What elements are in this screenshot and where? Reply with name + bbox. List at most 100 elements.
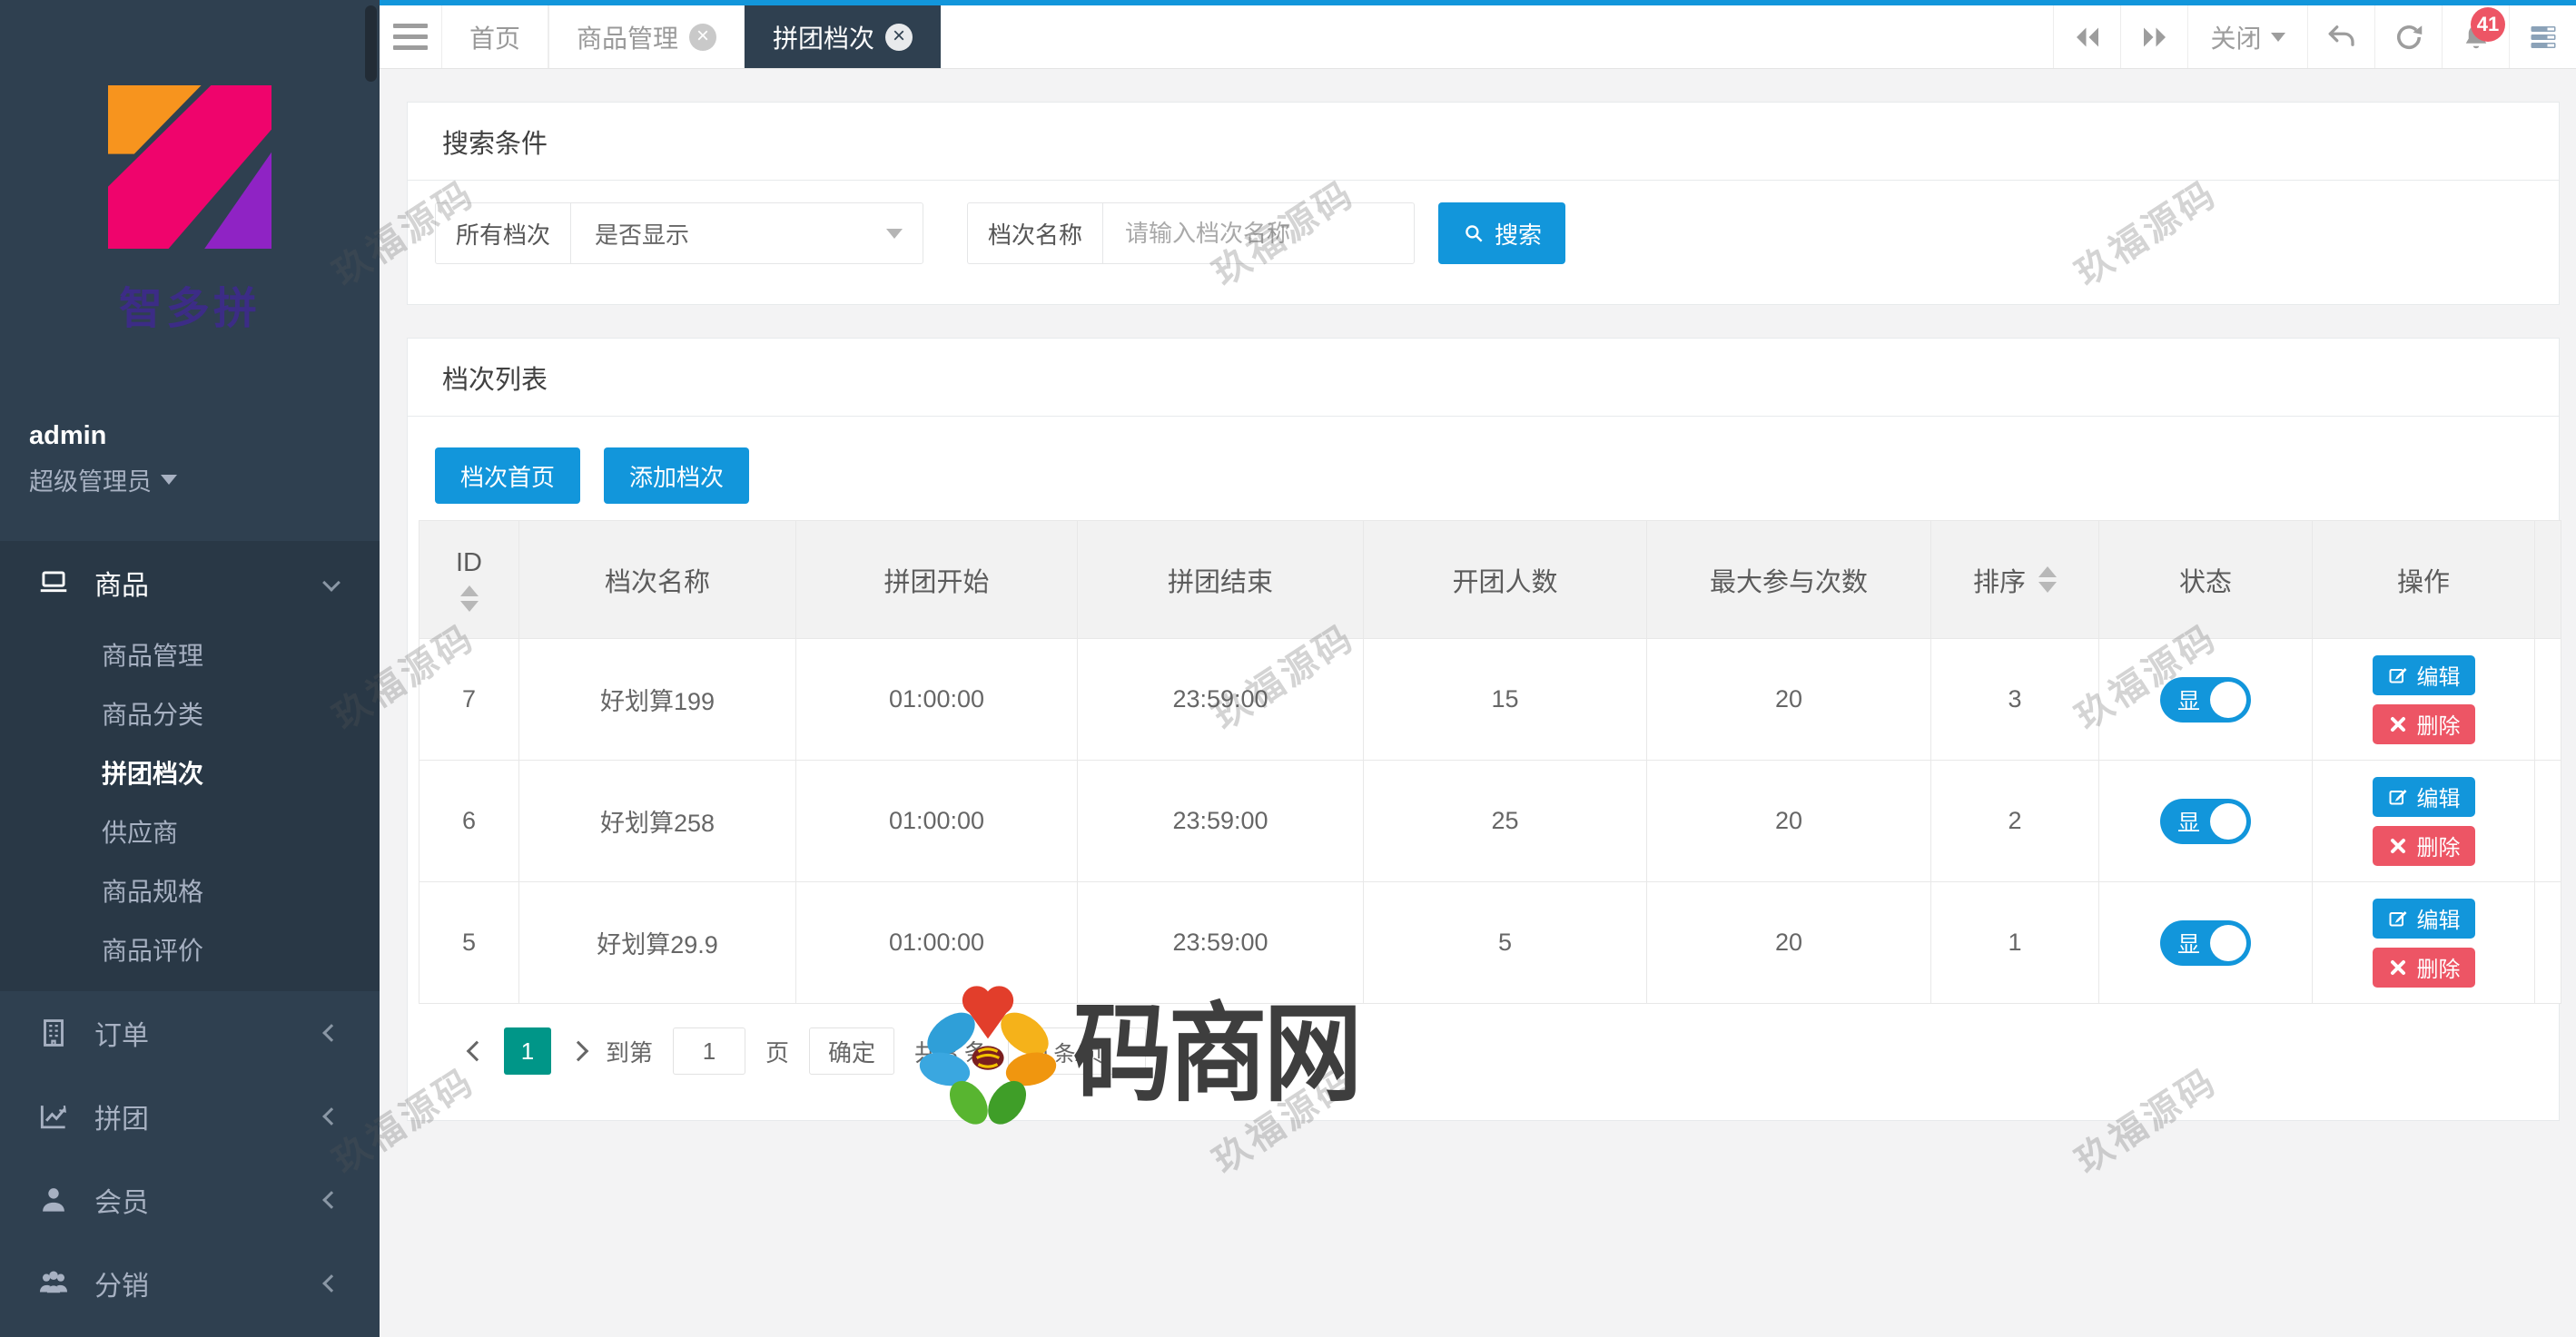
scroll-tabs-right-button[interactable]	[2120, 5, 2187, 68]
sidebar-item-label: 拼团	[94, 1096, 149, 1136]
brand-logo: 智多拼	[0, 0, 380, 336]
tab-label: 商品管理	[577, 19, 678, 55]
sidebar-scrollbar[interactable]	[365, 5, 377, 82]
scroll-tabs-left-button[interactable]	[2053, 5, 2120, 68]
level-filter-select[interactable]: 是否显示	[570, 202, 923, 264]
next-page-button[interactable]	[568, 1041, 589, 1062]
sidebar-item-distribution[interactable]: 分销	[0, 1242, 380, 1325]
sidebar-item-label: 会员	[94, 1180, 149, 1220]
cell-end: 23:59:00	[1078, 761, 1364, 882]
close-tabs-label: 关闭	[2210, 19, 2261, 55]
menu-toggle-button[interactable]	[380, 5, 441, 68]
visibility-toggle[interactable]: 显	[2160, 799, 2251, 844]
current-page[interactable]: 1	[504, 1027, 551, 1075]
cell-sort: 1	[1931, 882, 2099, 1004]
sidebar-item-goods[interactable]: 商品	[0, 541, 380, 624]
sidebar-item-group[interactable]: 拼团	[0, 1075, 380, 1158]
edit-icon	[2387, 908, 2409, 929]
edit-label: 编辑	[2417, 781, 2461, 812]
table-header-row: ID 档次名称 拼团开始 拼团结束 开团人数 最大参与次数	[419, 521, 2561, 639]
sort-icon	[2038, 566, 2057, 593]
tab-label: 拼团档次	[773, 19, 874, 55]
search-panel: 搜索条件 所有档次 是否显示 档次名称 搜索	[407, 102, 2560, 305]
delete-button[interactable]: 删除	[2373, 826, 2475, 866]
sidebar-item-goods-spec[interactable]: 商品规格	[0, 860, 380, 919]
tab-goods-manage[interactable]: 商品管理 ×	[548, 5, 745, 68]
col-header-end: 拼团结束	[1078, 521, 1364, 639]
cell-status: 显	[2099, 761, 2313, 882]
sidebar-item-marketing[interactable]: 营销	[0, 1325, 380, 1337]
level-filter-group: 所有档次 是否显示	[435, 202, 923, 264]
z-logo-icon	[108, 85, 271, 249]
visibility-toggle[interactable]: 显	[2160, 677, 2251, 723]
notification-badge: 41	[2471, 7, 2505, 42]
col-label: 排序	[1973, 561, 2026, 599]
user-role-dropdown[interactable]: 超级管理员	[29, 462, 380, 497]
chevron-left-icon	[322, 1191, 341, 1209]
rewind-icon	[2071, 21, 2104, 54]
cell-people: 5	[1364, 882, 1647, 1004]
brand-name: 智多拼	[119, 272, 261, 336]
toggle-label: 显	[2177, 683, 2200, 716]
chevron-down-icon	[322, 574, 341, 592]
goto-confirm-button[interactable]: 确定	[809, 1027, 894, 1075]
topbar: 首页 商品管理 × 拼团档次 × 关闭	[380, 0, 2576, 69]
per-page-select[interactable]: 20 条/页	[1008, 1027, 1146, 1075]
edit-label: 编辑	[2417, 659, 2461, 691]
refresh-button[interactable]	[2374, 5, 2442, 68]
chevron-down-icon	[886, 229, 903, 239]
menu-section-goods: 商品 商品管理 商品分类 拼团档次 供应商 商品规格 商品评价	[0, 541, 380, 991]
level-name-input[interactable]	[1102, 202, 1415, 264]
cell-max-times: 20	[1647, 761, 1931, 882]
col-header-spacer	[2535, 521, 2561, 639]
cell-end: 23:59:00	[1078, 882, 1364, 1004]
sidebar-item-orders[interactable]: 订单	[0, 991, 380, 1075]
close-icon[interactable]: ×	[689, 24, 716, 51]
sort-icon	[460, 585, 479, 612]
toggle-knob	[2210, 682, 2246, 718]
edit-button[interactable]: 编辑	[2373, 899, 2475, 939]
sidebar-item-group-level[interactable]: 拼团档次	[0, 742, 380, 801]
edit-button[interactable]: 编辑	[2373, 777, 2475, 817]
cell-name: 好划算258	[519, 761, 796, 882]
close-x-icon	[2387, 835, 2409, 857]
level-table-wrap: ID 档次名称 拼团开始 拼团结束 开团人数 最大参与次数	[419, 520, 2559, 1004]
col-header-sort[interactable]: 排序	[1931, 521, 2099, 639]
cell-start: 01:00:00	[796, 639, 1078, 761]
goto-page-input[interactable]	[673, 1027, 745, 1075]
add-level-button[interactable]: 添加档次	[604, 447, 749, 504]
level-filter-value: 是否显示	[595, 217, 689, 251]
notifications-button[interactable]: 41	[2442, 5, 2509, 68]
refresh-icon	[2393, 21, 2425, 54]
tab-home[interactable]: 首页	[441, 5, 548, 68]
cell-max-times: 20	[1647, 639, 1931, 761]
col-header-id[interactable]: ID	[419, 521, 519, 639]
fast-forward-icon	[2138, 21, 2171, 54]
chevron-down-icon	[2271, 33, 2285, 42]
delete-button[interactable]: 删除	[2373, 704, 2475, 744]
search-button[interactable]: 搜索	[1438, 202, 1565, 264]
submenu-goods: 商品管理 商品分类 拼团档次 供应商 商品规格 商品评价	[0, 624, 380, 978]
sidebar-item-supplier[interactable]: 供应商	[0, 801, 380, 860]
sidebar-item-goods-manage[interactable]: 商品管理	[0, 624, 380, 683]
visibility-toggle[interactable]: 显	[2160, 920, 2251, 966]
sidebar-item-goods-category[interactable]: 商品分类	[0, 683, 380, 742]
prev-page-button[interactable]	[467, 1041, 488, 1062]
level-home-button[interactable]: 档次首页	[435, 447, 580, 504]
layout-settings-button[interactable]	[2509, 5, 2576, 68]
close-icon[interactable]: ×	[885, 24, 913, 51]
sidebar-menu: 商品 商品管理 商品分类 拼团档次 供应商 商品规格 商品评价 订单	[0, 541, 380, 1337]
cell-status: 显	[2099, 639, 2313, 761]
sidebar-item-members[interactable]: 会员	[0, 1158, 380, 1242]
delete-button[interactable]: 删除	[2373, 948, 2475, 988]
list-icon	[2527, 21, 2560, 54]
back-button[interactable]	[2307, 5, 2374, 68]
cell-people: 15	[1364, 639, 1647, 761]
edit-button[interactable]: 编辑	[2373, 655, 2475, 695]
level-list-title: 档次列表	[408, 339, 2559, 417]
tab-group-level[interactable]: 拼团档次 ×	[745, 5, 941, 68]
close-x-icon	[2387, 957, 2409, 978]
close-tabs-dropdown[interactable]: 关闭	[2187, 5, 2307, 68]
chevron-left-icon	[322, 1274, 341, 1293]
sidebar-item-goods-review[interactable]: 商品评价	[0, 919, 380, 978]
